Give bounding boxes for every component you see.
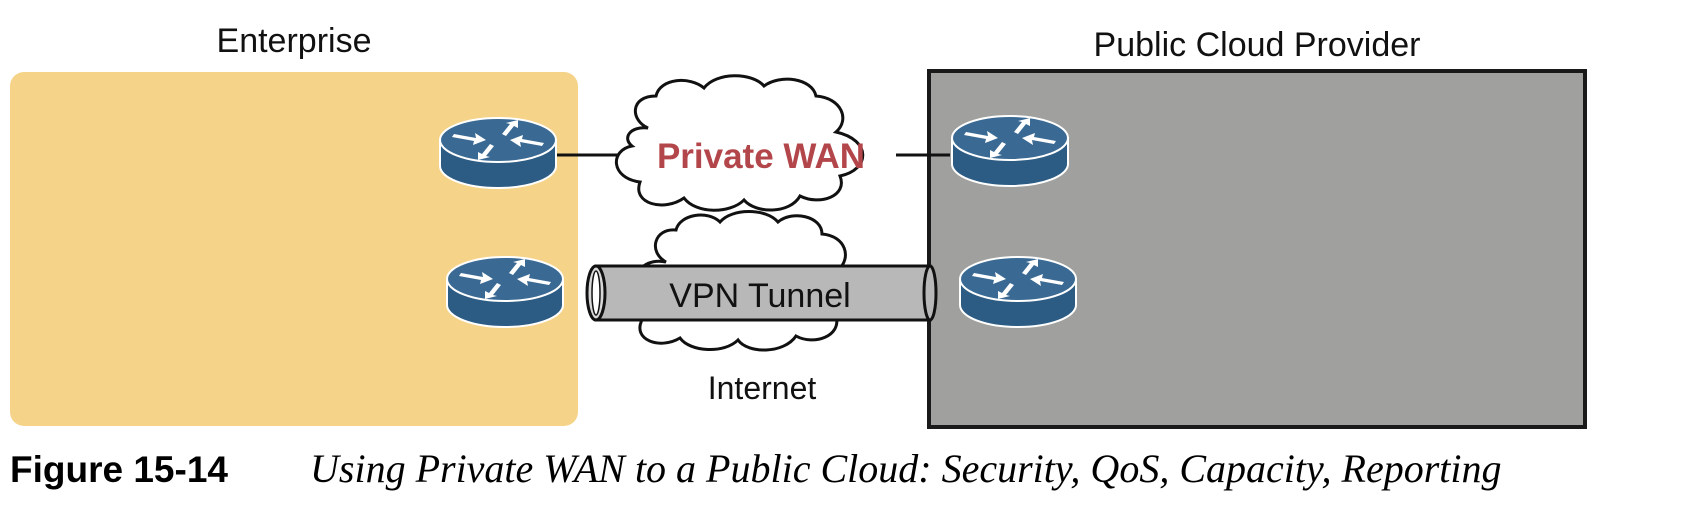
enterprise-vpn-router-icon [446, 256, 564, 328]
enterprise-wan-router-icon [439, 117, 557, 189]
cloud-wan-router-icon [951, 115, 1069, 187]
public-cloud-label: Public Cloud Provider [1094, 26, 1421, 64]
figure-title: Using Private WAN to a Public Cloud: Sec… [310, 446, 1502, 491]
cloud-vpn-router-icon [959, 256, 1077, 328]
private-wan-label: Private WAN [657, 137, 865, 176]
internet-label: Internet [708, 370, 817, 406]
enterprise-label: Enterprise [217, 22, 372, 60]
vpn-tunnel-label: VPN Tunnel [669, 277, 850, 315]
figure-stage: Enterprise Public Cloud Provider Private… [0, 0, 1702, 510]
figure-number: Figure 15-14 [10, 449, 228, 490]
network-diagram: Enterprise Public Cloud Provider Private… [10, 22, 1587, 491]
private-wan-cloud-icon: Private WAN [614, 74, 865, 212]
vpn-tunnel-icon: VPN Tunnel [585, 264, 938, 322]
